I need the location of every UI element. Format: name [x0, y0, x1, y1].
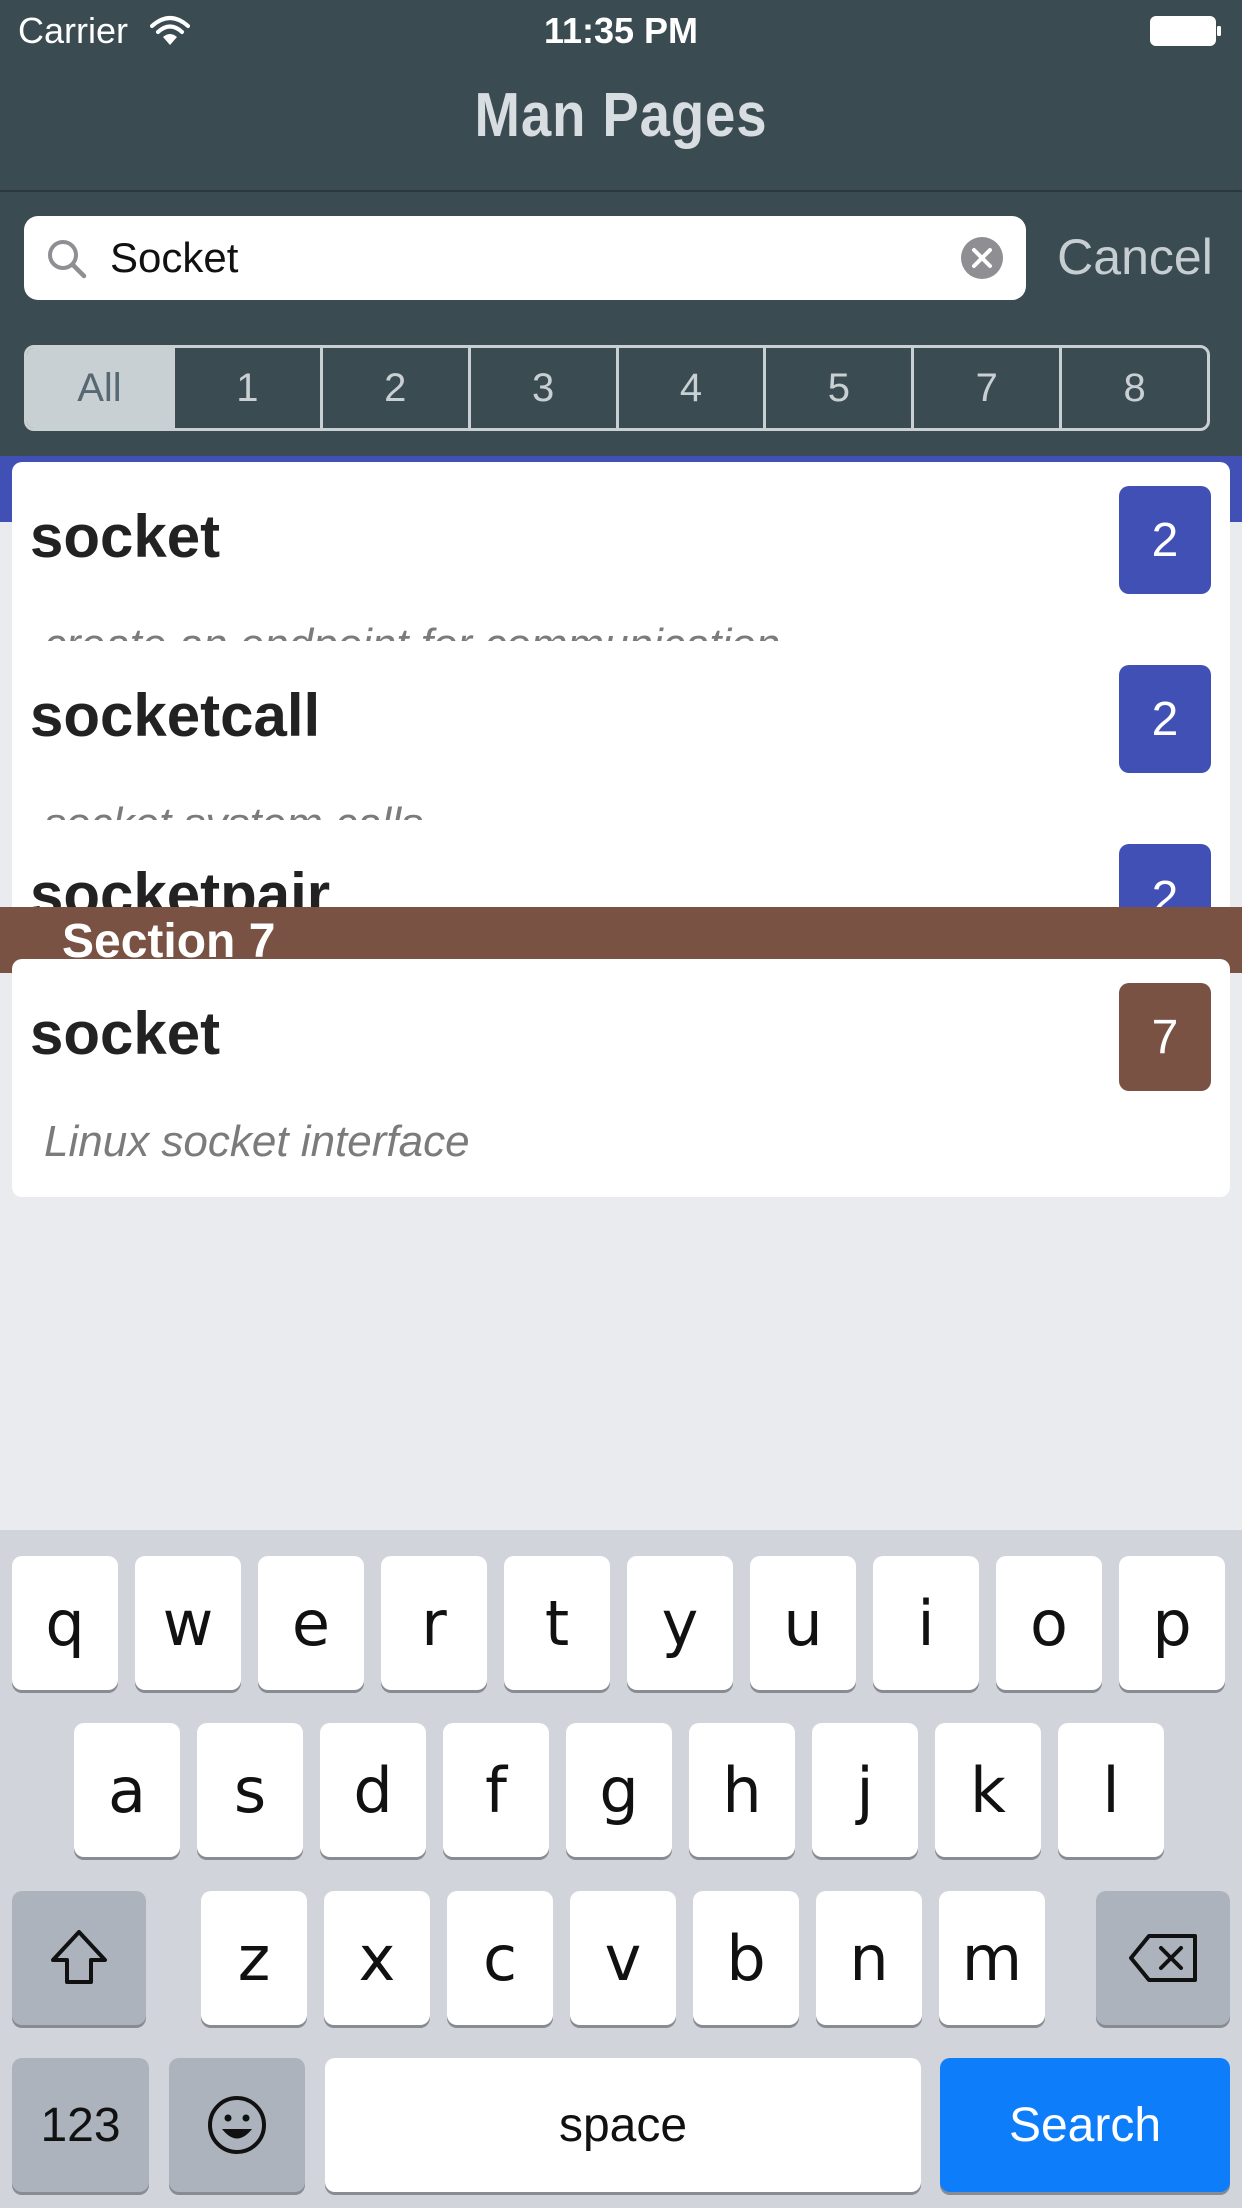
key-b[interactable]: b	[693, 1891, 799, 2025]
cancel-button[interactable]: Cancel	[1040, 224, 1230, 290]
search-input[interactable]	[110, 216, 960, 300]
search-bar[interactable]	[24, 216, 1026, 300]
section-badge: 2	[1119, 665, 1211, 773]
emoji-key[interactable]	[169, 2058, 305, 2192]
key-a[interactable]: a	[74, 1723, 180, 1857]
result-title: socket	[30, 503, 221, 570]
segment-section-8[interactable]: 8	[1062, 348, 1207, 428]
key-z[interactable]: z	[201, 1891, 307, 2025]
section-filter: All 1 2 3 4 5 7 8	[24, 345, 1210, 431]
emoji-icon	[208, 2096, 266, 2154]
segment-section-2[interactable]: 2	[323, 348, 471, 428]
key-c[interactable]: c	[447, 1891, 553, 2025]
search-icon	[48, 240, 87, 279]
key-i[interactable]: i	[873, 1556, 979, 1690]
key-g[interactable]: g	[566, 1723, 672, 1857]
result-row[interactable]: socket Linux socket interface 7	[12, 959, 1230, 1197]
key-n[interactable]: n	[816, 1891, 922, 2025]
segment-section-4[interactable]: 4	[619, 348, 767, 428]
key-r[interactable]: r	[381, 1556, 487, 1690]
key-t[interactable]: t	[504, 1556, 610, 1690]
key-f[interactable]: f	[443, 1723, 549, 1857]
key-v[interactable]: v	[570, 1891, 676, 2025]
shift-icon	[51, 1930, 107, 1984]
key-s[interactable]: s	[197, 1723, 303, 1857]
search-key[interactable]: Search	[940, 2058, 1230, 2192]
clock: 11:35 PM	[543, 10, 699, 51]
status-bar: Carrier 11:35 PM	[0, 0, 1242, 64]
keyboard: q w e r t y u i o p a s d f g h j k l z x c v b n m 123 space Search	[0, 1530, 1242, 2208]
segment-section-7[interactable]: 7	[914, 348, 1063, 428]
key-p[interactable]: p	[1119, 1556, 1225, 1690]
key-l[interactable]: l	[1058, 1723, 1164, 1857]
space-key[interactable]: space	[325, 2058, 921, 2192]
segment-section-1[interactable]: 1	[175, 348, 323, 428]
numbers-key[interactable]: 123	[12, 2058, 149, 2192]
key-u[interactable]: u	[750, 1556, 856, 1690]
section-badge: 7	[1119, 983, 1211, 1091]
backspace-icon	[1129, 1934, 1197, 1982]
key-e[interactable]: e	[258, 1556, 364, 1690]
clear-icon[interactable]	[960, 236, 1004, 280]
key-w[interactable]: w	[135, 1556, 241, 1690]
key-q[interactable]: q	[12, 1556, 118, 1690]
delete-key[interactable]	[1096, 1891, 1230, 2025]
result-description: Linux socket interface	[44, 1117, 470, 1166]
segment-all[interactable]: All	[27, 348, 175, 428]
battery-icon	[1150, 16, 1221, 46]
segment-section-3[interactable]: 3	[471, 348, 619, 428]
segment-section-5[interactable]: 5	[766, 348, 915, 428]
key-y[interactable]: y	[627, 1556, 733, 1690]
result-title: socket	[30, 1000, 221, 1067]
header-divider	[0, 190, 1242, 192]
shift-key[interactable]	[12, 1891, 146, 2025]
key-m[interactable]: m	[939, 1891, 1045, 2025]
key-j[interactable]: j	[812, 1723, 918, 1857]
section-badge: 2	[1119, 486, 1211, 594]
page-title: Man Pages	[474, 81, 768, 150]
key-k[interactable]: k	[935, 1723, 1041, 1857]
key-x[interactable]: x	[324, 1891, 430, 2025]
key-h[interactable]: h	[689, 1723, 795, 1857]
header: Carrier 11:35 PM Man Pages Socket Cancel…	[0, 0, 1242, 456]
result-title: socketcall	[30, 682, 321, 749]
results-list: Section 2socketcreate an endpoint for co…	[0, 456, 1242, 1530]
app-screen: Carrier 11:35 PM Man Pages Socket Cancel…	[0, 0, 1242, 2208]
key-o[interactable]: o	[996, 1556, 1102, 1690]
key-d[interactable]: d	[320, 1723, 426, 1857]
